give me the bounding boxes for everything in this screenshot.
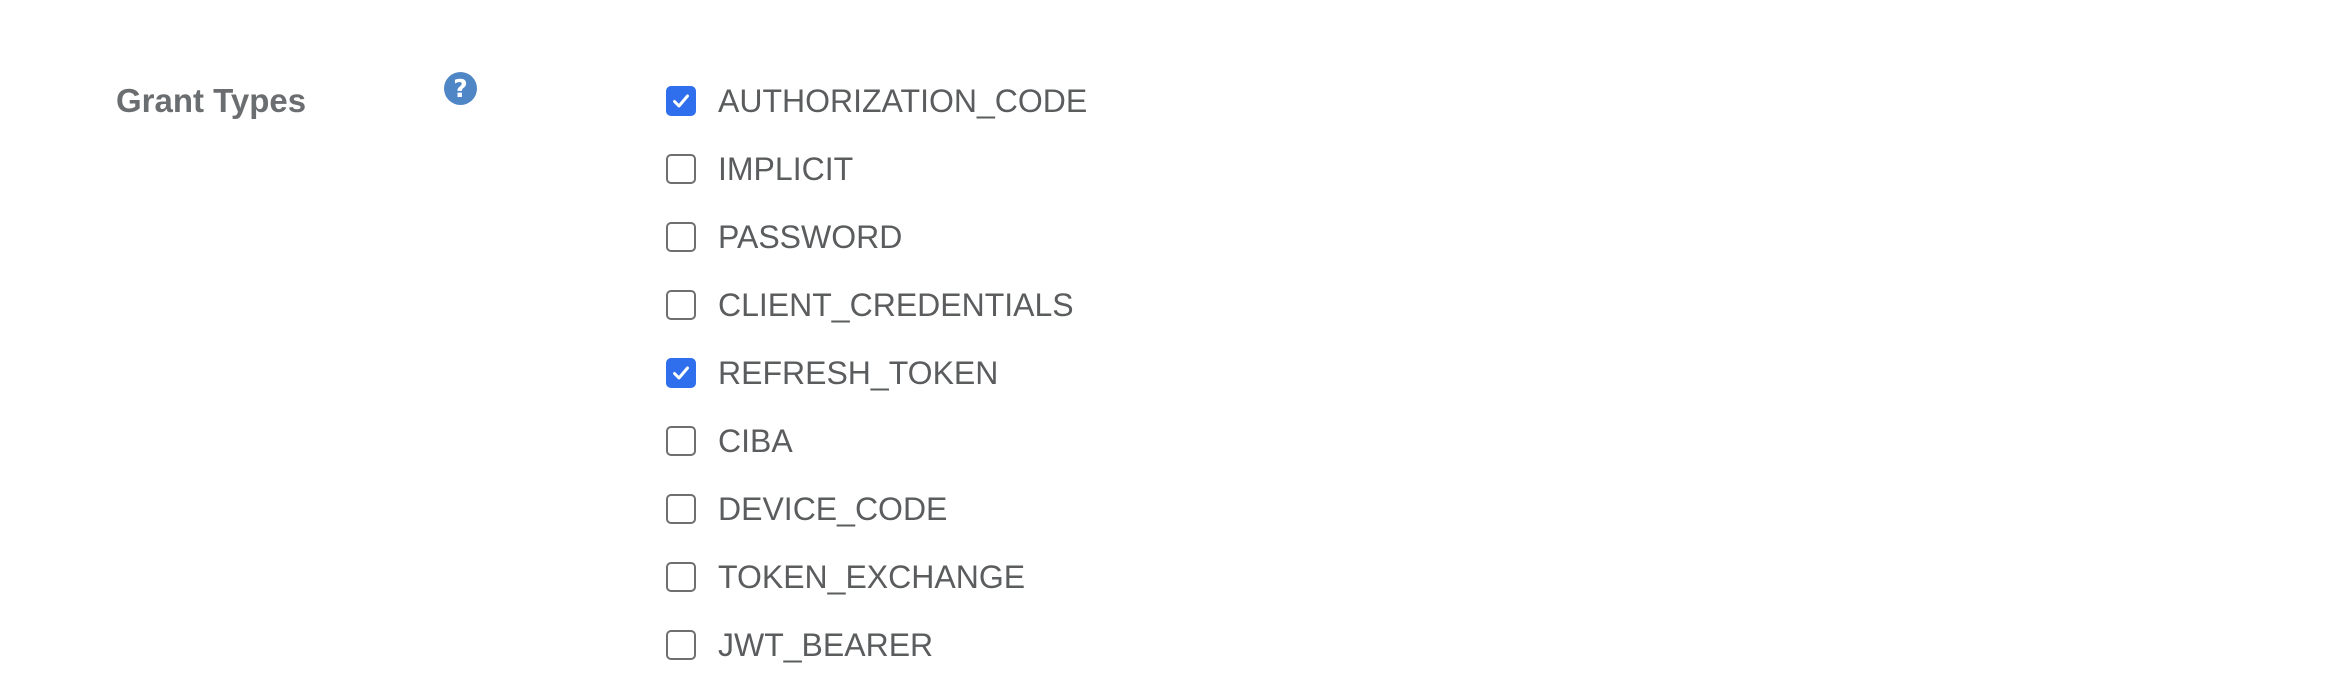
checkbox[interactable] (666, 562, 696, 592)
option-label: CLIENT_CREDENTIALS (718, 287, 1074, 323)
checkmark-icon (673, 94, 689, 108)
grant-type-option-authorization-code[interactable]: AUTHORIZATION_CODE (666, 78, 1087, 124)
grant-types-label: Grant Types (116, 82, 307, 119)
grant-type-option-implicit[interactable]: IMPLICIT (666, 146, 1087, 192)
checkbox[interactable] (666, 86, 696, 116)
grant-types-form-row: Grant Types ? AUTHORIZATION_CODE IMPLICI… (0, 0, 2334, 696)
option-label: IMPLICIT (718, 151, 854, 187)
checkmark-icon (673, 366, 689, 380)
grant-types-checkbox-list: AUTHORIZATION_CODE IMPLICIT PASSWORD CLI… (666, 78, 1087, 690)
grant-type-option-password[interactable]: PASSWORD (666, 214, 1087, 260)
grant-type-option-token-exchange[interactable]: TOKEN_EXCHANGE (666, 554, 1087, 600)
option-label: DEVICE_CODE (718, 491, 948, 527)
grant-type-option-client-credentials[interactable]: CLIENT_CREDENTIALS (666, 282, 1087, 328)
grant-type-option-jwt-bearer[interactable]: JWT_BEARER (666, 622, 1087, 668)
checkbox[interactable] (666, 630, 696, 660)
checkbox[interactable] (666, 494, 696, 524)
option-label: JWT_BEARER (718, 627, 934, 663)
option-label: CIBA (718, 423, 793, 459)
checkbox[interactable] (666, 222, 696, 252)
option-label: PASSWORD (718, 219, 903, 255)
checkbox[interactable] (666, 426, 696, 456)
option-label: AUTHORIZATION_CODE (718, 83, 1088, 119)
checkbox[interactable] (666, 290, 696, 320)
help-icon[interactable]: ? (444, 72, 477, 105)
grant-type-option-refresh-token[interactable]: REFRESH_TOKEN (666, 350, 1087, 396)
grant-type-option-device-code[interactable]: DEVICE_CODE (666, 486, 1087, 532)
checkbox[interactable] (666, 358, 696, 388)
grant-type-option-ciba[interactable]: CIBA (666, 418, 1087, 464)
option-label: REFRESH_TOKEN (718, 355, 999, 391)
checkbox[interactable] (666, 154, 696, 184)
option-label: TOKEN_EXCHANGE (718, 559, 1026, 595)
